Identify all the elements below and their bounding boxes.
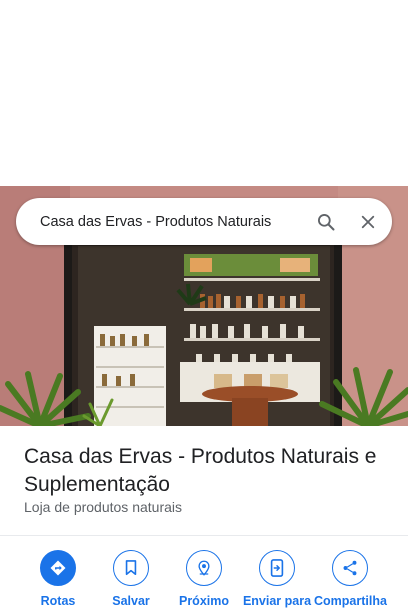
send-to-phone-button[interactable]: Enviar para <box>241 550 313 608</box>
place-category: Loja de produtos naturais <box>24 499 182 515</box>
place-title: Casa das Ervas - Produtos Naturais e Sup… <box>24 445 377 496</box>
nearby-button[interactable]: Próximo <box>168 550 240 608</box>
search-bar[interactable]: Casa das Ervas - Produtos Naturais <box>16 198 392 245</box>
divider <box>0 535 408 536</box>
search-icon[interactable] <box>310 206 342 238</box>
directions-icon <box>40 550 76 586</box>
bookmark-icon <box>113 550 149 586</box>
save-button[interactable]: Salvar <box>95 550 167 608</box>
share-label: Compartilha <box>314 594 387 608</box>
share-button[interactable]: Compartilha <box>314 550 387 608</box>
send-to-phone-label: Enviar para <box>242 594 312 608</box>
directions-button[interactable]: Rotas <box>22 550 94 608</box>
send-to-phone-icon <box>259 550 295 586</box>
close-icon[interactable] <box>352 206 384 238</box>
action-bar: Rotas Salvar Próximo Enviar para Compart… <box>0 550 408 612</box>
share-icon <box>332 550 368 586</box>
nearby-label: Próximo <box>178 594 229 608</box>
search-input[interactable]: Casa das Ervas - Produtos Naturais <box>40 214 300 230</box>
directions-label: Rotas <box>40 594 76 608</box>
nearby-icon <box>186 550 222 586</box>
save-label: Salvar <box>112 594 150 608</box>
